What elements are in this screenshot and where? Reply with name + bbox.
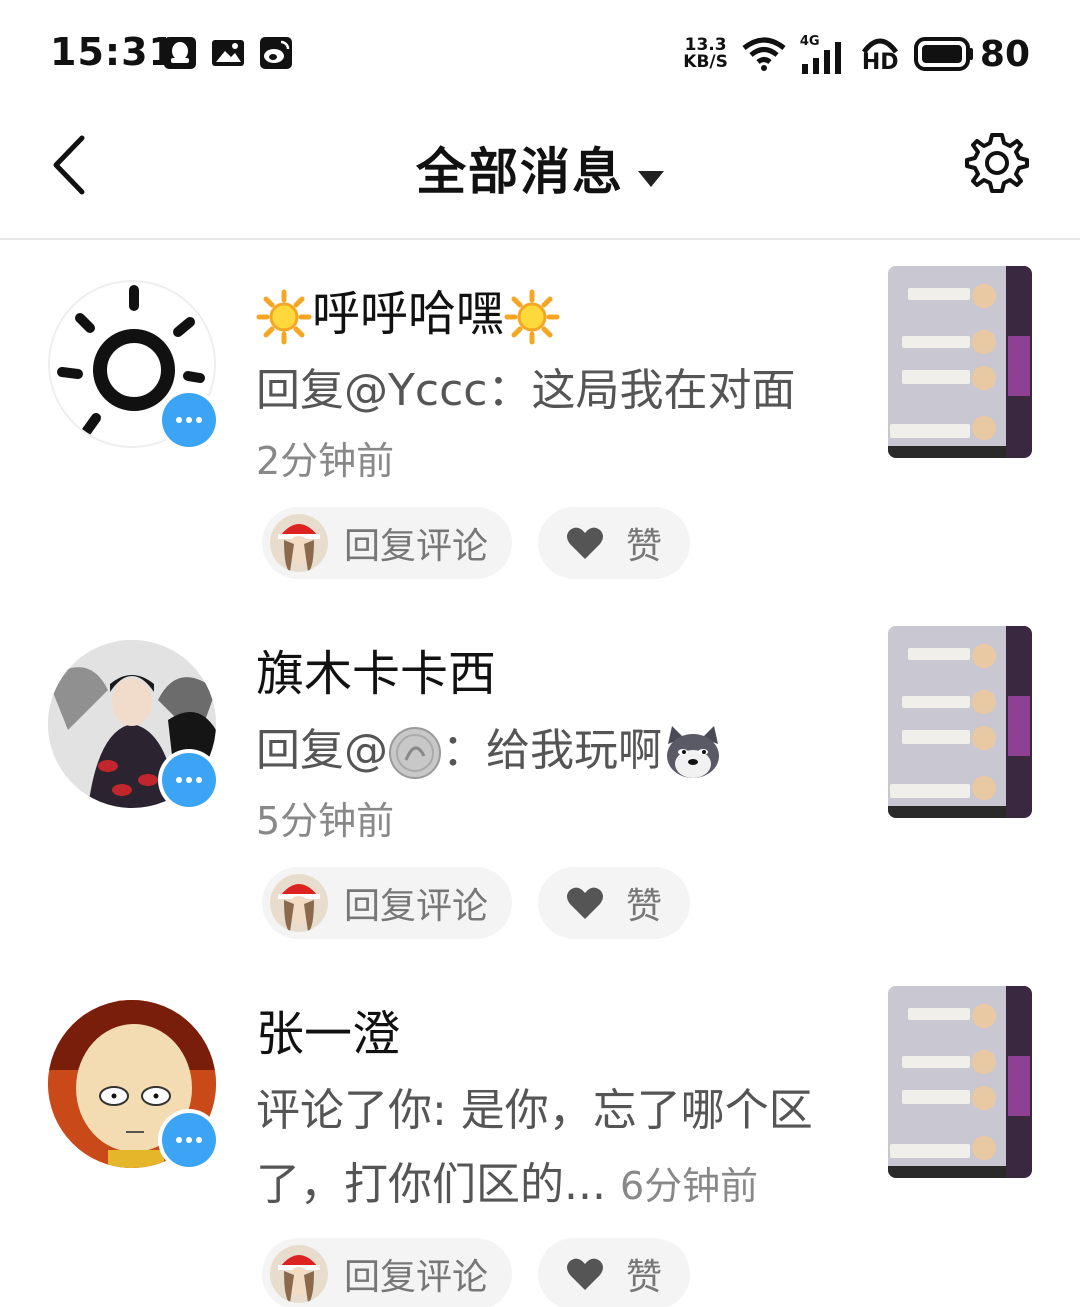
message-time: 2分钟前 [256, 439, 395, 483]
status-right: 13.3 KB/S 4G HD 80 [683, 32, 1030, 76]
hd-call-icon: HD [860, 34, 900, 75]
reply-label: 回复评论 [344, 1257, 489, 1298]
my-avatar [270, 514, 328, 572]
battery-icon [913, 37, 973, 71]
coin-avatar-icon [389, 727, 441, 779]
caret-down-icon [638, 170, 664, 187]
video-thumbnail[interactable] [888, 986, 1032, 1178]
reply-label: 回复评论 [344, 886, 489, 927]
like-label: 赞 [626, 526, 663, 567]
heart-icon [567, 887, 603, 919]
sender-name[interactable]: 呼呼哈嘿 [256, 274, 560, 345]
like-button[interactable]: 赞 [538, 867, 690, 939]
reply-label: 回复评论 [344, 526, 489, 567]
wifi-icon [742, 37, 786, 71]
heart-icon [567, 527, 603, 559]
signal-icon: 4G [800, 34, 846, 74]
message-text[interactable]: 回复@ ：给我玩啊 [256, 714, 846, 788]
gear-icon [965, 133, 1029, 193]
battery-level: 80 [979, 33, 1030, 75]
message-text[interactable]: 评论了你: 是你，忘了哪个区了，打你们区的... 6分钟前 [256, 1074, 856, 1223]
sender-name[interactable]: 旗木卡卡西 [256, 634, 496, 704]
net-speed-unit: KB/S [683, 52, 728, 72]
comment-badge [158, 1109, 220, 1171]
my-avatar [270, 1245, 328, 1303]
sun-emoji-icon [256, 289, 312, 345]
hd-label: HD [861, 50, 899, 75]
header: 全部消息 [0, 110, 1080, 240]
comment-badge [158, 749, 220, 811]
video-thumbnail[interactable] [888, 266, 1032, 458]
comment-bubble-icon [162, 393, 216, 447]
status-time: 15:31 [50, 30, 176, 74]
reply-comment-button[interactable]: 回复评论 [262, 507, 512, 579]
status-bar: 15:31 13.3 KB/S 4G HD 80 [0, 0, 1080, 110]
page-title: 全部消息 [416, 143, 624, 201]
settings-button[interactable] [964, 130, 1030, 196]
title-dropdown[interactable]: 全部消息 [0, 132, 1080, 204]
reply-comment-button[interactable]: 回复评论 [262, 867, 512, 939]
net-speed: 13.3 KB/S [683, 37, 728, 71]
message-time: 6分钟前 [619, 1164, 759, 1208]
heart-icon [567, 1258, 603, 1290]
weibo-icon [260, 37, 292, 69]
like-button[interactable]: 赞 [538, 507, 690, 579]
reply-comment-button[interactable]: 回复评论 [262, 1238, 512, 1307]
video-thumbnail[interactable] [888, 626, 1032, 818]
sun-emoji-icon [504, 289, 560, 345]
comment-badge [158, 389, 220, 451]
message-time: 5分钟前 [256, 799, 395, 843]
my-avatar [270, 874, 328, 932]
sender-name-text: 呼呼哈嘿 [312, 286, 505, 342]
message-text[interactable]: 回复@Yccc：这局我在对面 [256, 354, 846, 428]
like-label: 赞 [626, 1257, 663, 1298]
battery-indicator: 80 [913, 33, 1030, 75]
message-prefix: 回复@ [256, 725, 388, 776]
message-suffix: ：给我玩啊 [442, 725, 662, 776]
comment-bubble-icon [162, 753, 216, 807]
comment-bubble-icon [162, 1113, 216, 1167]
doge-emoji-icon [667, 726, 719, 778]
like-label: 赞 [626, 886, 663, 927]
like-button[interactable]: 赞 [538, 1238, 690, 1307]
sender-name[interactable]: 张一澄 [256, 994, 400, 1064]
gallery-icon [212, 40, 244, 66]
qq-icon [164, 37, 196, 69]
